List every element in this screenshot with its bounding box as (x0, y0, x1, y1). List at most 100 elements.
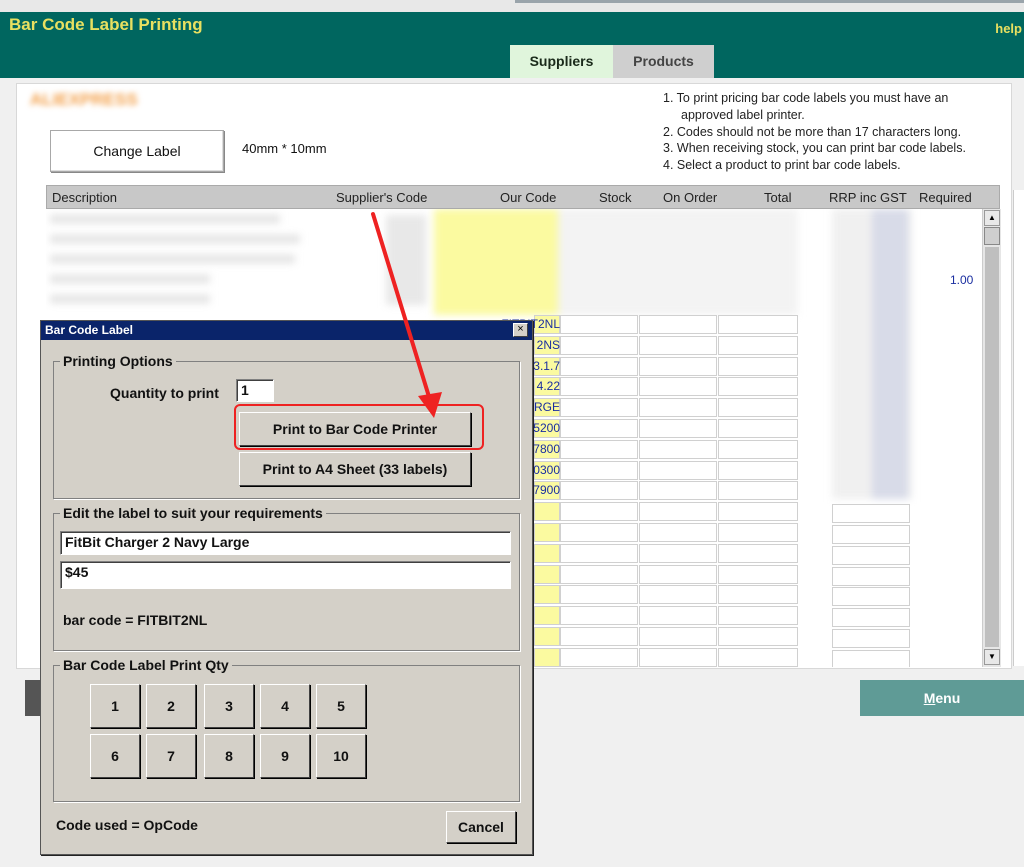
table-cell[interactable] (639, 336, 717, 355)
table-cell[interactable] (718, 315, 798, 334)
qty-button-4[interactable]: 4 (260, 684, 310, 728)
table-cell[interactable] (639, 481, 717, 500)
table-cell[interactable] (639, 315, 717, 334)
table-cell[interactable] (560, 398, 638, 417)
table-cell[interactable] (534, 502, 560, 521)
menu-button[interactable]: Menu (860, 680, 1024, 716)
table-cell[interactable] (560, 502, 638, 521)
table-cell[interactable] (718, 627, 798, 646)
col-description[interactable]: Description (52, 190, 117, 205)
table-cell[interactable] (718, 648, 798, 667)
table-cell[interactable] (560, 481, 638, 500)
qty-button-7[interactable]: 7 (146, 734, 196, 778)
table-cell[interactable] (718, 523, 798, 542)
label-line1-input[interactable]: FitBit Charger 2 Navy Large (60, 531, 511, 555)
qty-button-8[interactable]: 8 (204, 734, 254, 778)
table-cell[interactable] (639, 523, 717, 542)
qty-button-2[interactable]: 2 (146, 684, 196, 728)
table-cell[interactable] (639, 398, 717, 417)
table-cell[interactable] (534, 585, 560, 604)
scroll-up-icon[interactable]: ▲ (984, 210, 1000, 226)
table-cell[interactable] (560, 544, 638, 563)
table-cell[interactable] (560, 461, 638, 480)
table-cell[interactable] (560, 606, 638, 625)
rrp-cell[interactable] (832, 608, 910, 627)
table-cell[interactable] (560, 336, 638, 355)
table-cell[interactable] (639, 419, 717, 438)
table-cell[interactable] (718, 481, 798, 500)
table-cell[interactable] (639, 377, 717, 396)
table-cell[interactable] (560, 523, 638, 542)
col-total[interactable]: Total (764, 190, 791, 205)
table-cell[interactable] (639, 648, 717, 667)
table-cell[interactable] (639, 502, 717, 521)
table-cell[interactable] (560, 315, 638, 334)
rrp-cell[interactable] (832, 546, 910, 565)
col-rrp[interactable]: RRP inc GST (829, 190, 907, 205)
table-cell[interactable] (534, 606, 560, 625)
qty-button-9[interactable]: 9 (260, 734, 310, 778)
quantity-input[interactable]: 1 (236, 379, 274, 402)
table-scrollbar[interactable]: ▲ ▼ (982, 209, 1001, 667)
table-cell[interactable] (639, 585, 717, 604)
table-cell[interactable] (560, 440, 638, 459)
table-cell[interactable] (560, 357, 638, 376)
rrp-cell[interactable] (832, 629, 910, 648)
rrp-cell[interactable] (832, 504, 910, 523)
table-cell[interactable] (639, 627, 717, 646)
rrp-cell[interactable] (832, 587, 910, 606)
table-cell[interactable] (560, 648, 638, 667)
table-cell[interactable] (718, 544, 798, 563)
col-our-code[interactable]: Our Code (500, 190, 556, 205)
qty-button-3[interactable]: 3 (204, 684, 254, 728)
table-cell[interactable] (560, 565, 638, 584)
table-cell[interactable] (639, 565, 717, 584)
table-cell[interactable] (718, 565, 798, 584)
qty-button-5[interactable]: 5 (316, 684, 366, 728)
table-cell[interactable] (718, 606, 798, 625)
table-cell[interactable] (560, 585, 638, 604)
table-cell[interactable] (534, 523, 560, 542)
table-cell[interactable] (639, 606, 717, 625)
col-on-order[interactable]: On Order (663, 190, 717, 205)
table-cell[interactable] (534, 565, 560, 584)
table-cell[interactable] (639, 440, 717, 459)
rrp-cell[interactable] (832, 567, 910, 586)
rrp-cell[interactable] (832, 525, 910, 544)
qty-button-1[interactable]: 1 (90, 684, 140, 728)
label-line2-input[interactable]: $45 (60, 561, 511, 589)
table-cell[interactable] (718, 461, 798, 480)
table-cell[interactable] (560, 627, 638, 646)
table-cell[interactable] (718, 398, 798, 417)
table-cell[interactable] (718, 440, 798, 459)
close-icon[interactable]: × (513, 323, 528, 337)
table-cell[interactable] (534, 627, 560, 646)
rrp-cell[interactable] (832, 650, 910, 667)
qty-button-10[interactable]: 10 (316, 734, 366, 778)
table-cell[interactable] (639, 357, 717, 376)
scroll-track[interactable] (985, 247, 999, 647)
print-a4-sheet-button[interactable]: Print to A4 Sheet (33 labels) (239, 452, 471, 486)
table-cell[interactable] (718, 585, 798, 604)
table-cell[interactable] (639, 461, 717, 480)
scroll-thumb[interactable] (984, 227, 1000, 245)
table-cell[interactable] (639, 544, 717, 563)
scroll-down-icon[interactable]: ▼ (984, 649, 1000, 665)
table-cell[interactable] (534, 544, 560, 563)
table-cell[interactable] (718, 336, 798, 355)
tab-suppliers[interactable]: Suppliers (510, 45, 613, 78)
table-cell[interactable] (718, 419, 798, 438)
qty-button-6[interactable]: 6 (90, 734, 140, 778)
col-required[interactable]: Required (919, 190, 972, 205)
table-cell[interactable] (534, 648, 560, 667)
col-supplier-code[interactable]: Supplier's Code (336, 190, 427, 205)
table-cell[interactable] (560, 419, 638, 438)
tab-products[interactable]: Products (613, 45, 714, 78)
table-cell[interactable] (718, 357, 798, 376)
table-cell[interactable] (718, 377, 798, 396)
col-stock[interactable]: Stock (599, 190, 632, 205)
cancel-button[interactable]: Cancel (446, 811, 516, 843)
table-cell[interactable] (718, 502, 798, 521)
table-cell[interactable] (560, 377, 638, 396)
help-link[interactable]: help (995, 21, 1022, 36)
